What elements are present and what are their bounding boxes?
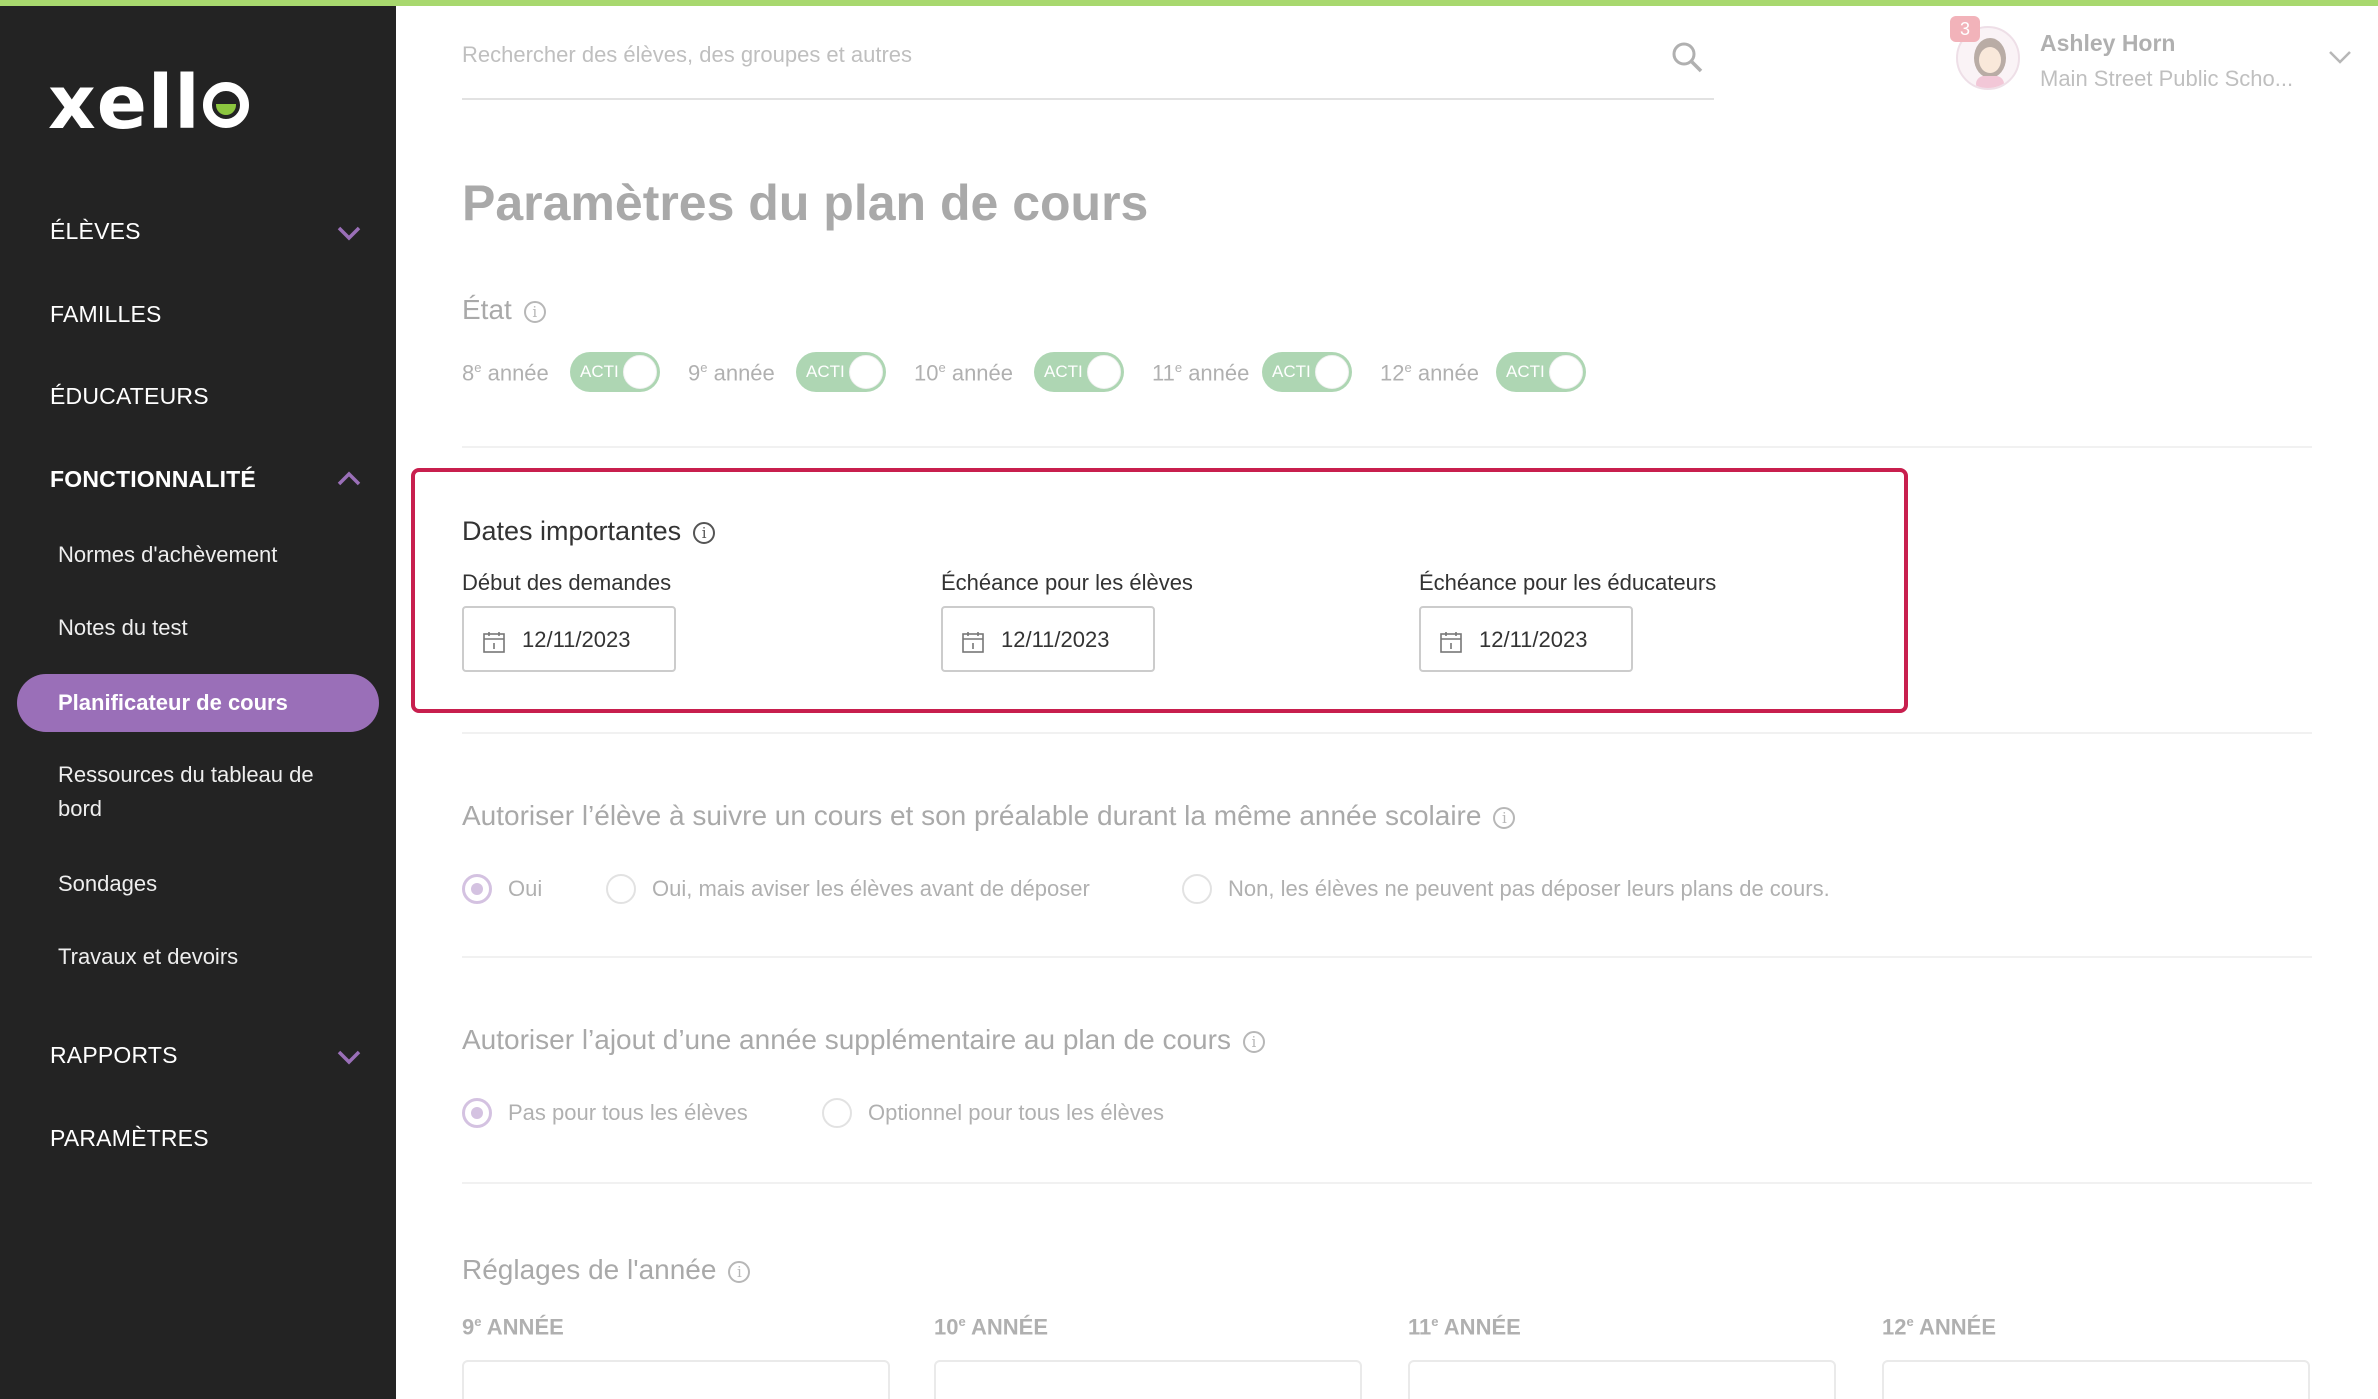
nav-fonctionnalite[interactable]: FONCTIONNALITÉ bbox=[50, 466, 256, 493]
grade-toggle-12[interactable]: ACTI bbox=[1496, 352, 1586, 392]
year-settings-box-9[interactable] bbox=[462, 1360, 890, 1399]
grade-toggle-8[interactable]: ACTI bbox=[570, 352, 660, 392]
etat-title: État bbox=[462, 294, 512, 325]
nav-eleves[interactable]: ÉLÈVES bbox=[50, 218, 141, 245]
chevron-down-icon[interactable] bbox=[336, 1048, 362, 1066]
year-settings-box-11[interactable] bbox=[1408, 1360, 1836, 1399]
user-name: Ashley Horn bbox=[2040, 30, 2176, 56]
date-label: Échéance pour les éducateurs bbox=[1419, 570, 1717, 595]
sidebar-item-notes-test[interactable]: Notes du test bbox=[58, 611, 348, 645]
date-input-debut[interactable]: 12/11/2023 bbox=[462, 606, 676, 672]
grade-label-8: 8e année bbox=[462, 360, 549, 386]
user-menu[interactable]: 3 Ashley Horn Main Street Public Scho... bbox=[1950, 14, 2356, 94]
sidebar-item-normes[interactable]: Normes d'achèvement bbox=[58, 538, 348, 572]
extra-year-title: Autoriser l’ajout d’une année supplément… bbox=[462, 1024, 1231, 1055]
important-dates-panel: Dates importantes i Début des demandes 12… bbox=[411, 468, 1908, 713]
calendar-icon[interactable] bbox=[1439, 630, 1463, 659]
info-icon[interactable]: i bbox=[1493, 806, 1516, 829]
divider bbox=[462, 732, 2312, 734]
nav-educateurs[interactable]: ÉDUCATEURS bbox=[50, 383, 209, 410]
grade-toggle-10[interactable]: ACTI bbox=[1034, 352, 1124, 392]
year-settings-title: Réglages de l'année bbox=[462, 1254, 717, 1285]
nav-parametres[interactable]: PARAMÈTRES bbox=[50, 1125, 209, 1152]
dates-title: Dates importantes bbox=[462, 516, 682, 546]
grade-toggle-11[interactable]: ACTI bbox=[1262, 352, 1352, 392]
xello-logo[interactable]: xell bbox=[48, 66, 249, 140]
year-heading-10: 10e ANNÉE bbox=[934, 1314, 1049, 1340]
divider bbox=[462, 446, 2312, 448]
grade-label-10: 10e année bbox=[914, 360, 1014, 386]
date-label: Échéance pour les élèves bbox=[941, 570, 1193, 595]
year-settings-section-title: Réglages de l'année i bbox=[462, 1254, 751, 1286]
divider bbox=[462, 1182, 2312, 1184]
extra-year-section-title: Autoriser l’ajout d’une année supplément… bbox=[462, 1024, 1265, 1056]
important-dates-title: Dates importantes i bbox=[462, 516, 716, 547]
nav-rapports[interactable]: RAPPORTS bbox=[50, 1042, 178, 1069]
date-value: 12/11/2023 bbox=[1001, 627, 1110, 652]
date-value: 12/11/2023 bbox=[522, 627, 631, 652]
calendar-icon[interactable] bbox=[961, 630, 985, 659]
grade-label-12: 12e année bbox=[1380, 360, 1480, 386]
year-heading-11: 11e ANNÉE bbox=[1408, 1314, 1521, 1340]
year-heading-9: 9e ANNÉE bbox=[462, 1314, 564, 1340]
info-icon[interactable]: i bbox=[523, 300, 546, 323]
date-field-echeance-eleves: Échéance pour les élèves 12/11/2023 bbox=[941, 570, 1361, 672]
date-input-echeance-educateurs[interactable]: 12/11/2023 bbox=[1419, 606, 1633, 672]
prereq-section-title: Autoriser l’élève à suivre un cours et s… bbox=[462, 800, 1516, 832]
sidebar-item-travaux[interactable]: Travaux et devoirs bbox=[58, 940, 348, 974]
grade-label-11: 11e année bbox=[1152, 360, 1250, 386]
sidebar-item-sondages[interactable]: Sondages bbox=[58, 867, 348, 901]
search-icon[interactable] bbox=[1670, 40, 1704, 79]
grade-label-9: 9e année bbox=[688, 360, 775, 386]
user-school: Main Street Public Scho... bbox=[2040, 66, 2294, 91]
top-accent-bar bbox=[0, 0, 2378, 6]
date-field-echeance-educateurs: Échéance pour les éducateurs 12/11/2023 bbox=[1419, 570, 1839, 672]
calendar-icon[interactable] bbox=[482, 630, 506, 659]
page-title: Paramètres du plan de cours bbox=[462, 175, 1149, 231]
date-field-debut: Début des demandes 12/11/2023 bbox=[462, 570, 882, 672]
nav-familles[interactable]: FAMILLES bbox=[50, 301, 162, 328]
sidebar-item-label: Planificateur de cours bbox=[58, 690, 288, 715]
grade-toggle-9[interactable]: ACTI bbox=[796, 352, 886, 392]
chevron-down-icon[interactable] bbox=[336, 224, 362, 242]
info-icon[interactable]: i bbox=[693, 521, 716, 544]
etat-section-title: État i bbox=[462, 294, 546, 326]
divider bbox=[462, 956, 2312, 958]
info-icon[interactable]: i bbox=[1242, 1030, 1265, 1053]
search-bar bbox=[462, 26, 1714, 100]
chevron-down-icon[interactable] bbox=[2328, 50, 2352, 69]
sidebar: xell ÉLÈVES FAMILLES ÉDUCATEURS FONCTION… bbox=[0, 6, 396, 1399]
date-value: 12/11/2023 bbox=[1479, 627, 1588, 652]
year-settings-box-10[interactable] bbox=[934, 1360, 1362, 1399]
search-input[interactable] bbox=[462, 42, 1562, 68]
prereq-title: Autoriser l’élève à suivre un cours et s… bbox=[462, 800, 1482, 831]
sidebar-item-ressources[interactable]: Ressources du tableau de bord bbox=[58, 758, 348, 826]
notification-badge[interactable]: 3 bbox=[1950, 16, 1980, 42]
date-label: Début des demandes bbox=[462, 570, 672, 595]
info-icon[interactable]: i bbox=[728, 1260, 751, 1283]
chevron-up-icon[interactable] bbox=[336, 470, 362, 488]
year-settings-box-12[interactable] bbox=[1882, 1360, 2310, 1399]
year-heading-12: 12e ANNÉE bbox=[1882, 1314, 1997, 1340]
sidebar-item-planificateur[interactable]: Planificateur de cours bbox=[17, 674, 379, 732]
date-input-echeance-eleves[interactable]: 12/11/2023 bbox=[941, 606, 1155, 672]
